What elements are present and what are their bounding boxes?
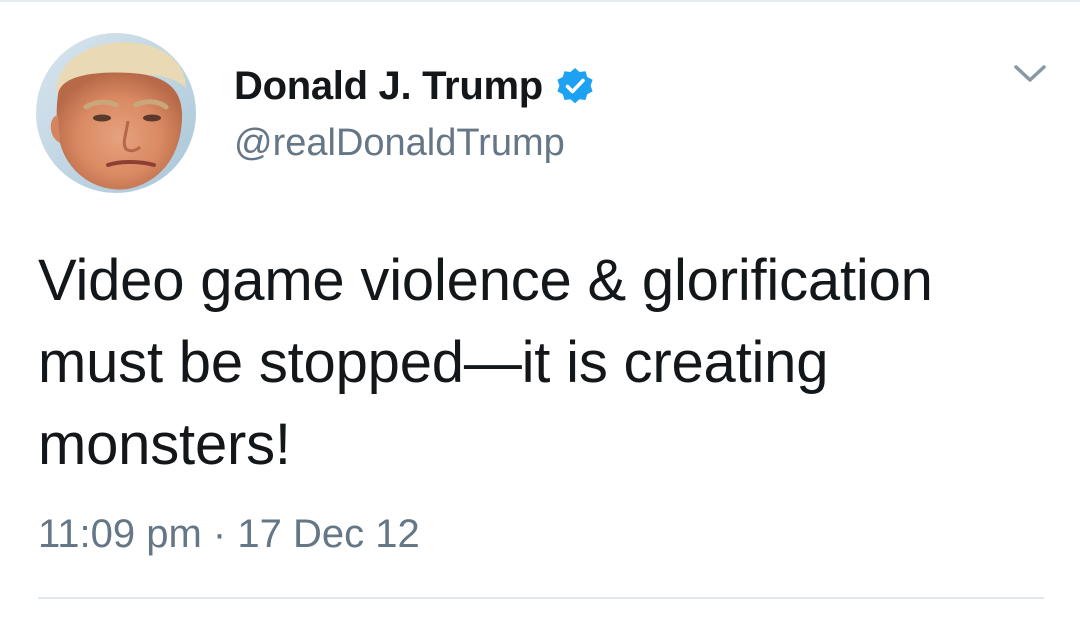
bottom-divider [38,597,1044,599]
tweet-card: Donald J. Trump @realDonaldTrump Video g… [0,0,1080,631]
display-name[interactable]: Donald J. Trump [234,64,543,109]
tweet-text: Video game violence & glorification must… [38,248,933,477]
tweet-timestamp[interactable]: 11:09 pm · 17 Dec 12 [38,512,420,557]
profile-photo-icon [36,33,196,193]
avatar[interactable] [36,33,196,193]
author-name-row[interactable]: Donald J. Trump [234,60,595,112]
author-handle[interactable]: @realDonaldTrump [234,122,565,165]
top-divider [0,0,1080,2]
verified-badge-icon [555,66,595,106]
chevron-down-icon[interactable] [1012,62,1048,86]
